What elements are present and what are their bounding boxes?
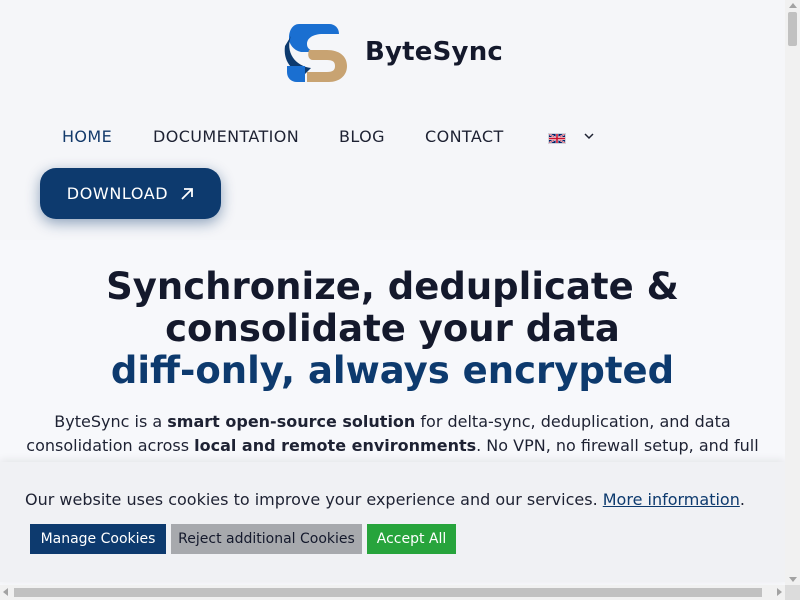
nav-documentation[interactable]: DOCUMENTATION [153,126,299,148]
hero-desc-bold: smart open-source solution [167,412,416,431]
scroll-right-icon[interactable] [777,588,782,596]
hero-title-line2: consolidate your data [165,307,620,350]
brand-name: ByteSync [365,37,504,67]
reject-cookies-button[interactable]: Reject additional Cookies [171,524,362,554]
nav-contact[interactable]: CONTACT [425,126,504,148]
bytesync-logo-icon [284,24,347,82]
download-label: DOWNLOAD [66,184,169,203]
chevron-down-icon[interactable] [583,130,595,142]
site-header: ByteSync HOME DOCUMENTATION BLOG CONTACT… [0,0,785,240]
horizontal-scrollbar[interactable] [0,585,785,600]
vertical-scrollbar[interactable] [785,0,800,600]
scroll-left-icon[interactable] [3,588,8,596]
hero-title: Synchronize, deduplicate & consolidate y… [0,266,785,392]
cookie-period: . [739,490,745,509]
accept-all-button[interactable]: Accept All [367,524,456,554]
hero-desc-bold: local and remote environments [194,436,477,455]
nav-home[interactable]: HOME [62,126,112,148]
horizontal-scroll-thumb[interactable] [14,588,762,597]
manage-cookies-button[interactable]: Manage Cookies [30,524,166,554]
cookie-banner: Our website uses cookies to improve your… [0,462,785,582]
vertical-scroll-thumb[interactable] [788,12,797,46]
uk-flag-icon[interactable] [548,133,566,144]
scrollbar-corner [785,585,800,600]
arrow-up-right-icon [181,187,194,200]
cookie-message-text: Our website uses cookies to improve your… [25,490,598,509]
cookie-message: Our website uses cookies to improve your… [25,490,745,509]
scroll-up-icon[interactable] [789,3,797,8]
hero-title-accent: diff-only, always encrypted [110,349,675,392]
main-nav: HOME DOCUMENTATION BLOG CONTACT [0,126,785,150]
nav-blog[interactable]: BLOG [339,126,385,148]
download-button[interactable]: DOWNLOAD [40,168,221,219]
brand-logo-link[interactable]: ByteSync [283,22,503,82]
hero-desc-part: ByteSync is a [54,412,168,431]
hero-title-line1: Synchronize, deduplicate & [106,265,679,308]
scroll-down-icon[interactable] [789,577,797,582]
cookie-more-info-link[interactable]: More information [603,490,740,509]
